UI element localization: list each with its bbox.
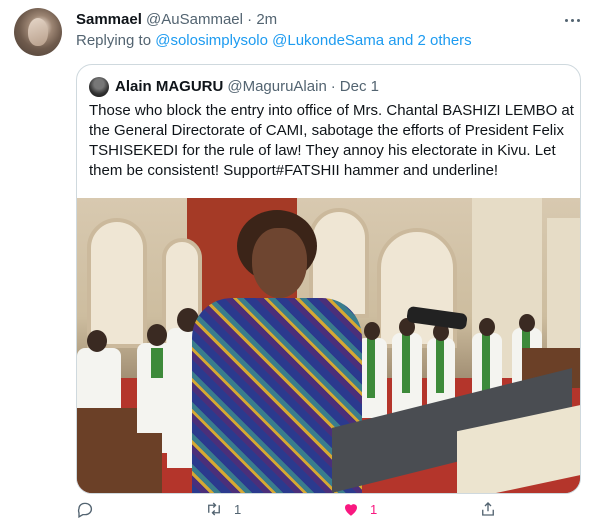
like-button[interactable]: 1 <box>342 494 377 524</box>
reply-icon <box>77 502 93 518</box>
user-handle[interactable]: @AuSammael <box>146 11 243 28</box>
quoted-tweet-text: Those who block the entry into office of… <box>89 102 574 179</box>
tweet-actions: 1 1 <box>76 494 581 524</box>
quoted-tweet-photo[interactable] <box>77 198 580 493</box>
like-count: 1 <box>370 501 378 517</box>
more-options-icon[interactable] <box>562 10 582 30</box>
retweet-count: 1 <box>234 501 242 517</box>
retweet-icon <box>208 502 220 516</box>
replying-to: Replying to @solosimplysolo @LukondeSama… <box>76 31 472 51</box>
quoted-avatar <box>89 77 109 97</box>
retweet-button[interactable]: 1 <box>204 494 241 524</box>
like-icon <box>345 504 357 516</box>
separator-dot: · <box>330 78 336 95</box>
quoted-date: Dec 1 <box>339 78 379 95</box>
quoted-display-name: Alain MAGURU <box>115 78 224 95</box>
quoted-handle: @MaguruAlain <box>227 78 327 95</box>
quoted-tweet[interactable]: Alain MAGURU @MaguruAlain · Dec 1 Those … <box>76 64 581 494</box>
reply-button[interactable] <box>76 494 104 524</box>
avatar-face <box>28 18 48 46</box>
display-name[interactable]: Sammael <box>76 11 142 28</box>
replying-to-links[interactable]: @solosimplysolo @LukondeSama and 2 other… <box>155 32 471 49</box>
tweet-time[interactable]: 2m <box>256 11 277 28</box>
share-icon <box>482 502 494 516</box>
user-avatar[interactable] <box>14 8 62 56</box>
separator-dot: · <box>247 11 253 28</box>
share-button[interactable] <box>479 494 497 524</box>
replying-prefix: Replying to <box>76 32 152 49</box>
tweet-header: Sammael @AuSammael · 2m <box>76 10 277 30</box>
quoted-tweet-header: Alain MAGURU @MaguruAlain · Dec 1 <box>89 77 379 97</box>
